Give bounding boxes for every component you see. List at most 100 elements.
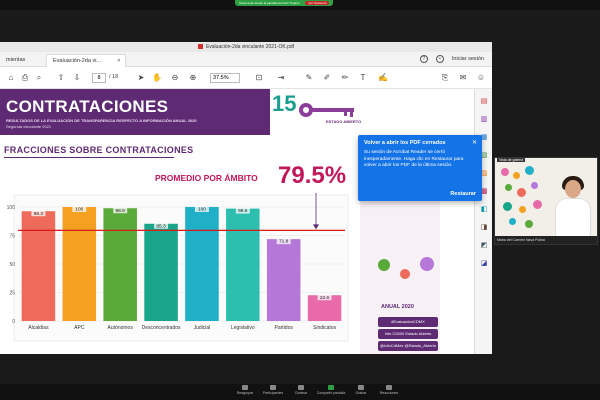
share-icon[interactable]: ⎘ [440, 73, 450, 83]
control-label: Participantes [262, 391, 284, 395]
gallery-view-tag[interactable]: Vista de galería [497, 158, 526, 162]
view-options-button[interactable]: Ver Opciones [305, 1, 330, 5]
zoom-out-icon[interactable]: ⊖ [170, 73, 180, 83]
export-pdf-icon[interactable]: ▤ [479, 97, 489, 107]
scroll-mode-icon[interactable]: ⇥ [276, 73, 286, 83]
video-background [495, 158, 597, 236]
text-icon[interactable]: T [358, 73, 368, 83]
deco-circle [378, 259, 390, 271]
info-15-logo: 15 [272, 91, 297, 116]
deco-circle [400, 269, 410, 279]
pdf-page: CONTRATACIONES RESULTADOS DE LA EVALUACI… [0, 89, 472, 354]
participant-video[interactable]: Vista de galería María del Carmen Nava P… [494, 157, 598, 245]
next-page-icon[interactable]: ⇩ [72, 73, 82, 83]
sign-in-link[interactable]: Iniciar sesión [452, 56, 484, 62]
deco-circle [513, 172, 520, 179]
share-screen-icon [328, 385, 334, 390]
deco-circle [519, 206, 526, 213]
zoom-control-reactions[interactable]: Reacciones [374, 385, 404, 395]
previous-page-icon[interactable]: ⇧ [56, 73, 66, 83]
comment-icon[interactable]: ✎ [304, 73, 314, 83]
print-icon[interactable]: ⎙ [20, 73, 30, 83]
promedio-label: PROMEDIO POR ÁMBITO [155, 173, 258, 183]
page-number-input[interactable]: 8 [92, 73, 106, 83]
tabbar-right: ? • Iniciar sesión [419, 55, 484, 63]
page-total: / 18 [109, 74, 119, 80]
zoom-in-icon[interactable]: ⊕ [188, 73, 198, 83]
tab-document[interactable]: Evaluación-2da vi... ✕ [46, 54, 126, 67]
window-title: Evaluación-2da vinculante 2021-OK.pdf [205, 44, 295, 50]
y-tick-label: 0 [12, 319, 15, 325]
bar [226, 208, 260, 321]
pdf-file-icon [197, 44, 203, 50]
data-label: 85.3 [156, 223, 166, 229]
more-tools-icon[interactable]: ◨ [479, 223, 489, 233]
y-tick-label: 100 [7, 205, 16, 211]
control-label: Compartir pantalla [316, 391, 346, 395]
zoom-controls-bar: Reagrupar Participantes Chatear Comparti… [0, 384, 600, 400]
audio-icon [242, 385, 248, 390]
sign-icon[interactable]: ✍ [378, 73, 388, 83]
tab-tools[interactable]: mientas [0, 54, 31, 67]
pointer-icon[interactable]: ➤ [136, 73, 146, 83]
draw-icon[interactable]: ✏ [340, 73, 350, 83]
x-tick-label: Judicial [194, 325, 211, 331]
bar [185, 207, 219, 321]
tab-bar: mientas Evaluación-2da vi... ✕ ? • Inici… [0, 52, 492, 67]
participant-body [555, 198, 591, 236]
bar [103, 208, 137, 321]
acrobat-window: Evaluación-2da vinculante 2021-OK.pdf mi… [0, 42, 492, 354]
control-label: Chatear [294, 391, 308, 395]
zoom-control-participants[interactable]: Participantes [258, 385, 288, 395]
y-tick-label: 75 [9, 233, 15, 239]
notification-title: Volver a abrir los PDF cerrados [364, 140, 446, 146]
bar-chart: 0 25 50 75 100 96.3 Alcaldías 100 APC 98.9 Autónom… [7, 193, 349, 342]
participant-name: María del Carmen Nava Polina [495, 236, 597, 244]
zoom-control-chat[interactable]: Chatear [286, 385, 316, 395]
estado-abierto-label: ESTADO ABIERTO [326, 119, 362, 124]
data-label: 22.6 [320, 295, 330, 301]
control-label: Grabar [355, 391, 367, 395]
home-icon[interactable]: ⌂ [6, 73, 16, 83]
zoom-control-share[interactable]: Compartir pantalla [316, 385, 346, 395]
chat-icon [298, 385, 304, 390]
compress-icon[interactable]: ◩ [479, 241, 489, 251]
slide-banner: CONTRATACIONES RESULTADOS DE LA EVALUACI… [0, 89, 270, 135]
zoom-level-select[interactable]: 37.5% [210, 73, 240, 83]
help-icon[interactable]: ? [419, 55, 428, 63]
hand-icon[interactable]: ✋ [152, 73, 162, 83]
main-toolbar: ⌂ ⎙ ⌕ ⇧ ⇩ 8 / 18 ➤ ✋ ⊖ ⊕ 37.5% ⊡ ⇥ ✎ ✐ ✏… [0, 67, 492, 89]
bar [62, 207, 97, 321]
data-label: 98.9 [116, 208, 126, 214]
search-icon[interactable]: ⌕ [34, 73, 44, 83]
x-tick-label: Partidos [275, 325, 294, 331]
protect-icon[interactable]: ◧ [479, 205, 489, 215]
zoom-control-record[interactable]: Grabar [346, 385, 376, 395]
control-label: Reacciones [379, 391, 399, 395]
account-icon[interactable]: ☺ [476, 73, 486, 83]
data-label: 96.3 [34, 211, 44, 217]
slide-subtitle-2: Segunda vinculante 2021 [6, 124, 52, 129]
tag-twitter: @InfoCdMex @Estado_Abierto [378, 341, 438, 351]
mail-icon[interactable]: ✉ [458, 73, 468, 83]
deco-circle [420, 257, 434, 271]
notification-body: Su sesión de Acrobat Reader se cerró ine… [364, 150, 464, 168]
restore-button[interactable]: Restaurar [450, 191, 476, 197]
zoom-top-bar: Usted está viendo la pantalla de Kobi Tr… [0, 0, 600, 10]
slide-title: CONTRATACIONES [6, 97, 169, 116]
close-icon[interactable]: ✕ [472, 139, 477, 146]
scan-icon[interactable]: ◪ [479, 259, 489, 269]
edit-pdf-icon[interactable]: ▥ [479, 115, 489, 125]
participants-icon [270, 385, 276, 390]
screen-share-indicator[interactable]: Usted está viendo la pantalla de Kobi Tr… [235, 0, 334, 6]
tab-document-label: Evaluación-2da vi... [53, 58, 101, 64]
fit-page-icon[interactable]: ⊡ [254, 73, 264, 83]
deco-circle [533, 200, 542, 209]
y-tick-label: 50 [9, 262, 15, 268]
deco-circle [517, 188, 526, 197]
highlight-icon[interactable]: ✐ [322, 73, 332, 83]
x-tick-label: Alcaldías [28, 325, 49, 331]
bar [21, 211, 56, 321]
zoom-control-audio[interactable]: Reagrupar [230, 385, 260, 395]
notifications-icon[interactable]: • [435, 55, 444, 63]
